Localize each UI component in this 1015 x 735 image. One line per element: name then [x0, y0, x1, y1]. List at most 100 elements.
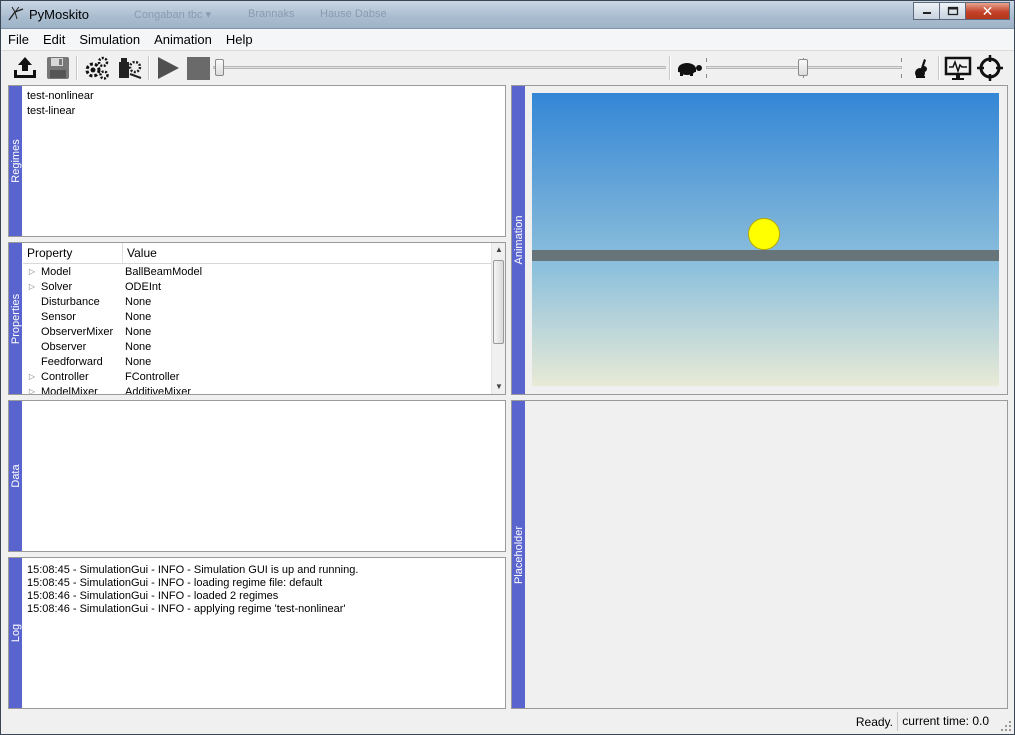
property-row[interactable]: Sensor None [23, 309, 505, 324]
property-value[interactable]: None [123, 296, 151, 308]
animation-speed-slider[interactable] [706, 58, 902, 78]
log-line: 15:08:46 - SimulationGui - INFO - loaded… [27, 590, 279, 602]
scrollbar-thumb[interactable] [493, 260, 504, 344]
ball [748, 218, 780, 250]
property-value[interactable]: AdditiveMixer [123, 386, 191, 395]
display-icon[interactable] [944, 54, 972, 82]
property-row[interactable]: ▷ Model BallBeamModel [23, 264, 505, 279]
menu-simulation[interactable]: Simulation [72, 32, 147, 47]
resize-grip-icon[interactable] [1000, 720, 1012, 732]
time-slider-handle[interactable] [215, 59, 224, 76]
property-name: Model [41, 265, 71, 278]
property-name: Observer [41, 340, 87, 353]
regime-item[interactable]: test-nonlinear [27, 89, 501, 104]
status-bar: Ready. current time: 0.0 [1, 710, 1014, 734]
stop-icon[interactable] [185, 54, 213, 82]
close-button[interactable]: ✕ [965, 2, 1010, 20]
animation-dock: Animation [511, 85, 1008, 395]
property-value[interactable]: None [123, 341, 151, 353]
property-value[interactable]: FController [123, 371, 179, 383]
data-dock-title[interactable]: Data [9, 401, 22, 551]
settings-icon[interactable] [83, 54, 111, 82]
animation-dock-title[interactable]: Animation [512, 86, 525, 394]
save-icon[interactable] [44, 54, 72, 82]
property-name: ObserverMixer [41, 325, 114, 338]
expand-arrow-icon[interactable]: ▷ [23, 282, 41, 291]
main-window: PyMoskito Congaban tbc ▾ Brannaks Hause … [0, 0, 1015, 735]
play-icon[interactable] [154, 54, 182, 82]
regime-item[interactable]: test-linear [27, 104, 501, 119]
expand-arrow-icon[interactable]: ▷ [23, 372, 41, 381]
turtle-icon [678, 63, 702, 76]
property-row[interactable]: Observer None [23, 339, 505, 354]
menu-animation[interactable]: Animation [147, 32, 219, 47]
property-row[interactable]: Feedforward None [23, 354, 505, 369]
data-list [23, 401, 505, 551]
property-value[interactable]: BallBeamModel [123, 266, 202, 278]
regimes-dock-title[interactable]: Regimes [9, 86, 22, 236]
scroll-down-icon[interactable]: ▼ [492, 380, 505, 394]
speed-slider-handle[interactable] [798, 59, 808, 76]
property-name: Controller [41, 370, 89, 383]
menu-bar: File Edit Simulation Animation Help [1, 29, 1014, 51]
log-dock-title[interactable]: Log [9, 558, 22, 708]
regimes-dock: Regimes test-nonlinear test-linear [8, 85, 506, 237]
close-icon: ✕ [981, 2, 994, 19]
window-title: PyMoskito [29, 7, 89, 22]
property-row[interactable]: ▷ Solver ODEInt [23, 279, 505, 294]
beam [532, 250, 999, 261]
properties-dock: Properties Property Value ▷ Model BallBeam… [8, 242, 506, 395]
slider-tick [901, 58, 902, 62]
menu-edit[interactable]: Edit [36, 32, 72, 47]
property-row[interactable]: Disturbance None [23, 294, 505, 309]
property-row[interactable]: ▷ Controller FController [23, 369, 505, 384]
expand-arrow-icon[interactable]: ▷ [23, 387, 41, 394]
toolbar [1, 52, 1014, 84]
log-line: 15:08:46 - SimulationGui - INFO - applyi… [27, 603, 346, 615]
load-regimes-icon[interactable] [11, 54, 39, 82]
menu-file[interactable]: File [1, 32, 36, 47]
properties-rows: ▷ Model BallBeamModel ▷ Solver ODEInt Disturba… [23, 264, 505, 395]
property-value[interactable]: None [123, 326, 151, 338]
properties-tree: Property Value ▷ Model BallBeamModel ▷ Solve… [23, 243, 505, 394]
maximize-button[interactable] [939, 2, 966, 20]
regime-list: test-nonlinear test-linear [23, 86, 505, 236]
background-tab-1: Congaban tbc ▾ [134, 9, 212, 21]
toolbar-separator [669, 56, 671, 80]
placeholder-dock: Placeholder [511, 400, 1008, 709]
title-bar: PyMoskito Congaban tbc ▾ Brannaks Hause … [1, 1, 1014, 29]
log-line: 15:08:45 - SimulationGui - INFO - Simula… [27, 564, 359, 576]
maximize-icon [947, 6, 958, 16]
property-name: Feedforward [41, 355, 103, 368]
expand-arrow-icon[interactable]: ▷ [23, 267, 41, 276]
property-column-header[interactable]: Property [23, 243, 123, 263]
properties-scrollbar[interactable]: ▲ ▼ [491, 243, 505, 394]
property-row[interactable]: ObserverMixer None [23, 324, 505, 339]
property-name: Solver [41, 280, 73, 293]
toolbar-separator [76, 56, 78, 80]
scroll-up-icon[interactable]: ▲ [492, 243, 505, 257]
property-name: Disturbance [41, 295, 100, 308]
log-output: 15:08:45 - SimulationGui - INFO - Simula… [23, 558, 505, 708]
properties-header: Property Value [23, 243, 505, 264]
menu-help[interactable]: Help [219, 32, 260, 47]
log-line: 15:08:45 - SimulationGui - INFO - loadin… [27, 577, 323, 589]
property-name: Sensor [41, 310, 76, 323]
minimize-button[interactable] [913, 2, 940, 20]
property-value[interactable]: None [123, 356, 151, 368]
property-row[interactable]: ▷ ModelMixer AdditiveMixer [23, 384, 505, 395]
log-dock: Log 15:08:45 - SimulationGui - INFO - Si… [8, 557, 506, 709]
simulation-time-slider[interactable] [213, 58, 666, 78]
properties-dock-title[interactable]: Properties [9, 243, 22, 394]
batch-run-icon[interactable] [115, 54, 143, 82]
target-icon[interactable] [976, 54, 1004, 82]
slider-tick [706, 74, 707, 78]
placeholder-dock-title[interactable]: Placeholder [512, 401, 525, 708]
time-slider-groove [213, 66, 666, 69]
background-tab-2: Brannaks [248, 8, 295, 20]
animation-canvas[interactable] [532, 93, 999, 386]
value-column-header[interactable]: Value [123, 246, 505, 260]
property-value[interactable]: ODEInt [123, 281, 161, 293]
data-dock: Data [8, 400, 506, 552]
property-value[interactable]: None [123, 311, 151, 323]
